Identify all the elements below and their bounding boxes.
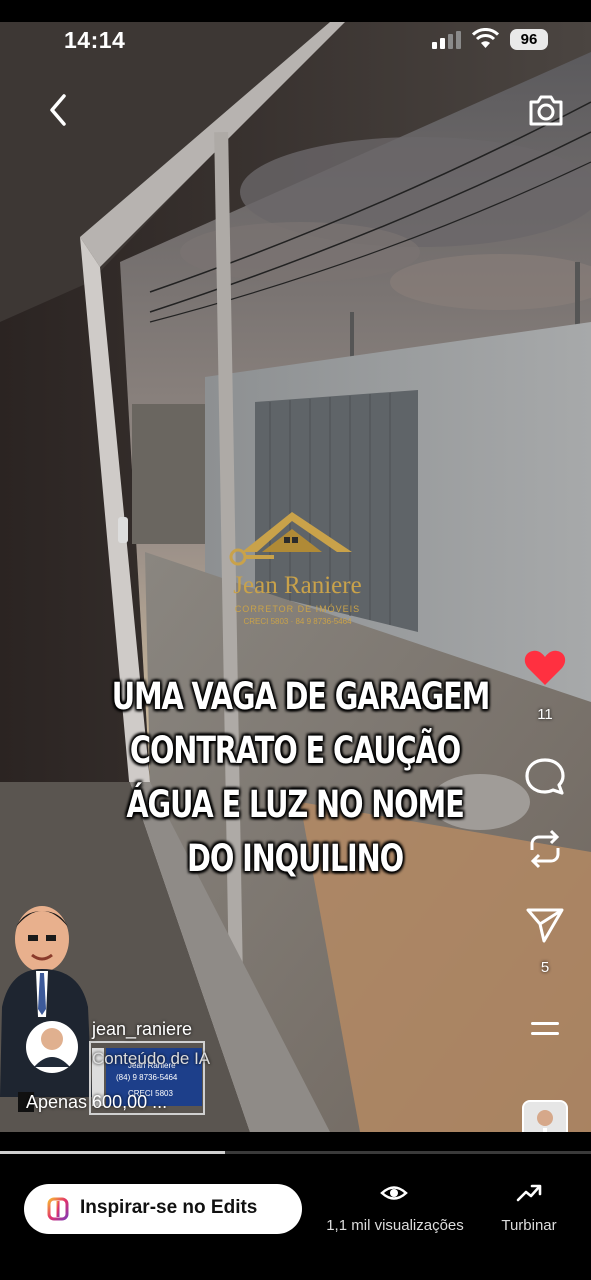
caption-line-1: UMA VAGA DE GARAGEM	[111, 675, 491, 718]
views-count-label[interactable]: 1,1 mil visualizações	[310, 1217, 480, 1234]
boost-label[interactable]: Turbinar	[488, 1217, 570, 1234]
inspire-edits-button[interactable]: Inspirar-se no Edits	[24, 1184, 302, 1234]
logo-subtitle: CORRETOR DE IMÓVEIS	[234, 604, 361, 614]
camera-icon[interactable]	[525, 90, 567, 130]
reel-video[interactable]: Jean Raniere CORRETOR DE IMÓVEIS CRECI 5…	[0, 22, 591, 1132]
like-count: 11	[537, 706, 553, 723]
caption-line-3: ÁGUA E LUZ NO NOME	[126, 783, 464, 826]
inspire-edits-label: Inspirar-se no Edits	[80, 1197, 258, 1218]
caption-preview[interactable]: Apenas 600,00 ...	[26, 1092, 167, 1113]
sign-line-2: (84) 9 8736-5464	[116, 1073, 178, 1082]
logo-name: Jean Raniere	[233, 572, 362, 599]
playback-progress[interactable]	[0, 1151, 591, 1154]
house-key-logo-icon	[229, 512, 352, 566]
send-icon[interactable]	[522, 904, 568, 946]
comment-icon[interactable]	[522, 756, 568, 798]
playback-progress-fill	[0, 1151, 225, 1154]
share-count: 5	[540, 959, 550, 976]
author-username[interactable]: jean_raniere	[92, 1019, 192, 1040]
trending-up-icon[interactable]	[516, 1182, 542, 1204]
caption-line-2: CONTRATO E CAUÇÃO	[129, 729, 461, 772]
realtor-logo: Jean Raniere CORRETOR DE IMÓVEIS CRECI 5…	[210, 507, 385, 632]
battery-indicator: 96	[510, 29, 548, 50]
ai-content-label[interactable]: Conteúdo de IA	[92, 1049, 210, 1069]
eye-icon[interactable]	[380, 1182, 408, 1204]
status-bar: 14:14 96	[0, 0, 591, 80]
cellular-signal-icon	[432, 31, 461, 49]
edits-app-icon	[47, 1197, 69, 1221]
logo-phones: CRECI 5803 · 84 9 8736-5464	[243, 617, 352, 626]
reel-caption-overlay: UMA VAGA DE GARAGEM CONTRATO E CAUÇÃO ÁG…	[60, 670, 530, 886]
heart-filled-icon[interactable]	[522, 647, 568, 689]
back-arrow-icon[interactable]	[40, 90, 80, 130]
menu-icon[interactable]	[522, 1008, 568, 1050]
repost-icon[interactable]	[522, 828, 568, 870]
profile-photo-icon	[524, 1102, 566, 1132]
audio-avatar[interactable]	[522, 1100, 568, 1132]
caption-line-4: DO INQUILINO	[187, 837, 404, 880]
wifi-icon	[472, 28, 499, 48]
bottom-action-bar: Inspirar-se no Edits 1,1 mil visualizaçõ…	[0, 1155, 591, 1280]
status-time: 14:14	[64, 27, 126, 53]
realtor-caricature	[0, 906, 92, 1112]
